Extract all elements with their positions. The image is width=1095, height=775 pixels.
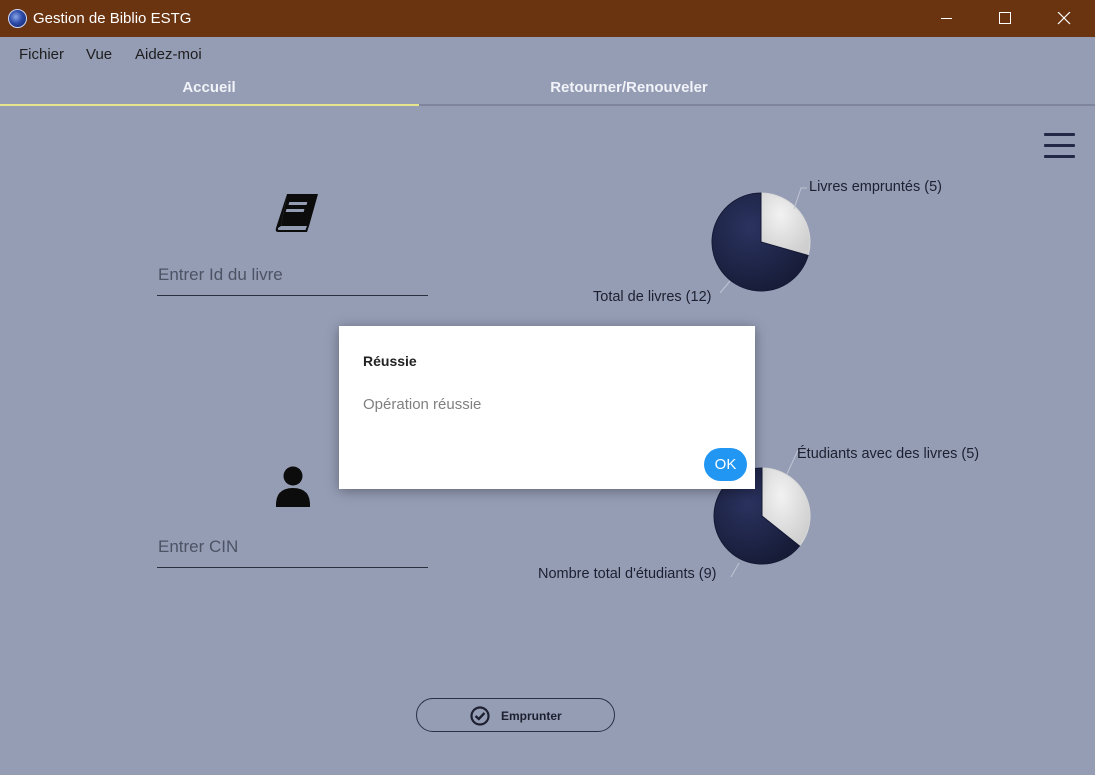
ok-button[interactable]: OK xyxy=(704,448,747,481)
pie-label-total-livres: Total de livres (12) xyxy=(593,289,712,305)
title-bar: Gestion de Biblio ESTG xyxy=(0,0,1095,37)
emprunter-label: Emprunter xyxy=(501,709,562,723)
book-id-input[interactable] xyxy=(157,256,428,294)
close-icon xyxy=(1057,12,1071,25)
close-button[interactable] xyxy=(1035,0,1093,37)
tab-bar: Accueil Retourner/Renouveler xyxy=(0,69,1095,106)
pie-label-total-etudiants: Nombre total d'étudiants (9) xyxy=(538,566,717,582)
maximize-icon xyxy=(999,12,1011,24)
window-title: Gestion de Biblio ESTG xyxy=(33,10,192,27)
pie-label-etudiants-avec-livres: Étudiants avec des livres (5) xyxy=(797,446,980,462)
book-id-field xyxy=(157,256,428,296)
cin-field xyxy=(157,528,428,568)
pie-label-livres-empruntes: Livres empruntés (5) xyxy=(809,179,942,195)
cin-input[interactable] xyxy=(157,528,428,566)
menu-aidez-moi[interactable]: Aidez-moi xyxy=(135,46,202,63)
menu-fichier[interactable]: Fichier xyxy=(19,46,64,63)
book-icon xyxy=(275,194,318,232)
tab-divider xyxy=(419,104,1095,106)
dialog-title: Réussie xyxy=(363,353,417,369)
check-circle-icon xyxy=(470,706,490,726)
hamburger-menu-icon[interactable] xyxy=(1044,133,1075,160)
success-dialog: Réussie Opération réussie OK xyxy=(339,326,755,489)
tab-accueil[interactable]: Accueil xyxy=(0,69,419,106)
maximize-button[interactable] xyxy=(976,0,1034,37)
books-pie-leader-lines xyxy=(719,187,807,294)
user-icon xyxy=(275,466,311,507)
minimize-button[interactable] xyxy=(918,0,976,37)
minimize-icon xyxy=(941,18,952,19)
dialog-message: Opération réussie xyxy=(363,396,482,413)
menu-vue[interactable]: Vue xyxy=(86,46,112,63)
menu-bar: Fichier Vue Aidez-moi xyxy=(0,37,1095,69)
emprunter-button[interactable]: Emprunter xyxy=(416,698,615,732)
tab-retourner-renouveler[interactable]: Retourner/Renouveler xyxy=(420,69,838,106)
app-logo-icon xyxy=(8,9,27,28)
